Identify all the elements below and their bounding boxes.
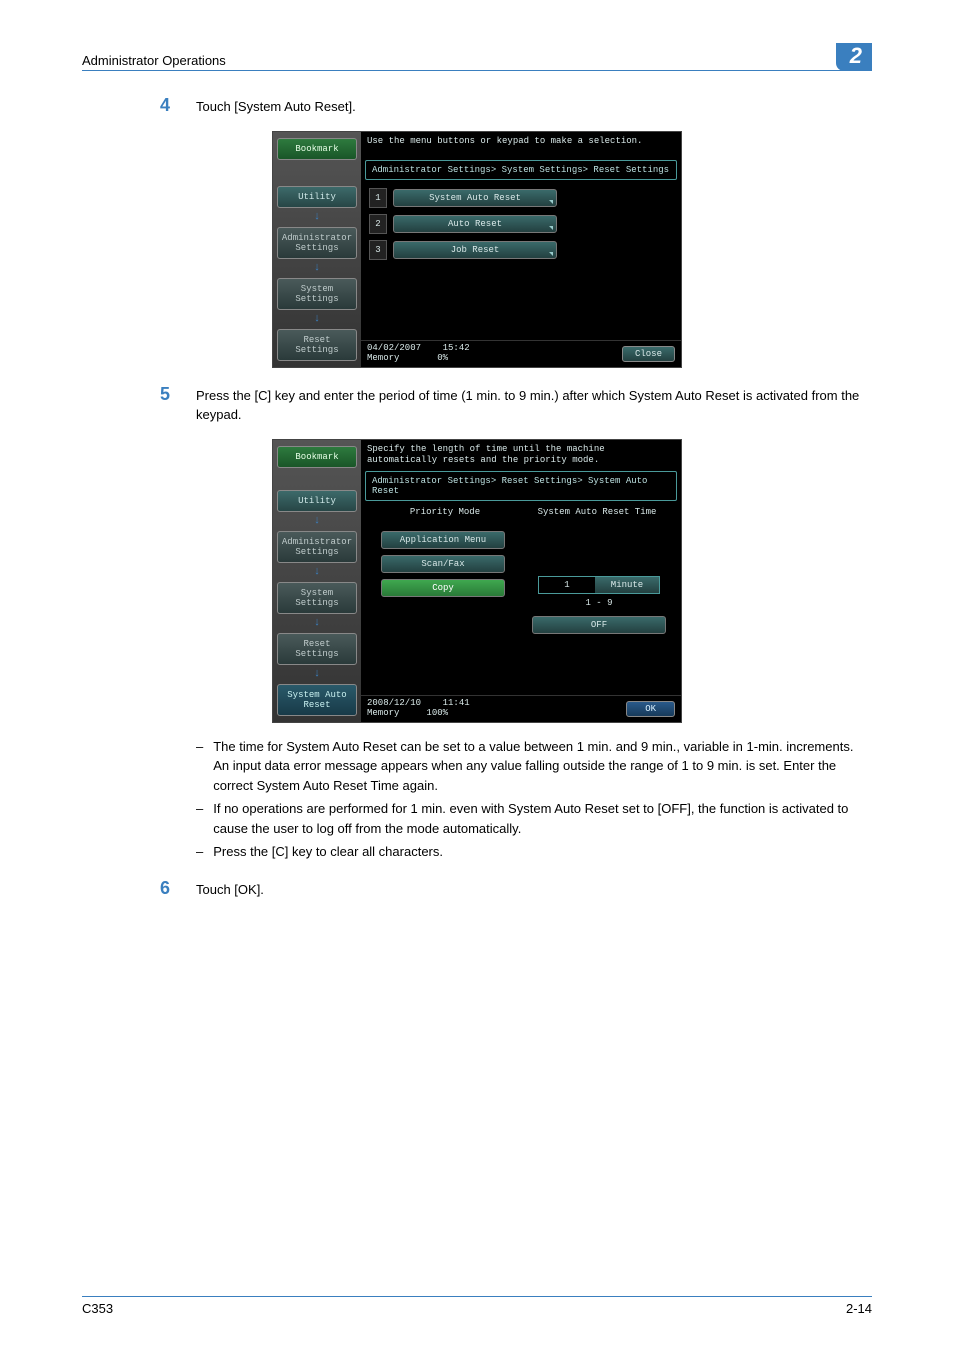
screen-time: 15:42 <box>443 343 470 353</box>
memory-label: Memory <box>367 353 399 363</box>
close-button[interactable]: Close <box>622 346 675 362</box>
step-5-number: 5 <box>160 384 196 406</box>
screenshot-reset-settings: Bookmark Utility ↓ Administrator Setting… <box>272 131 682 368</box>
step-4-text: Touch [System Auto Reset]. <box>196 95 872 117</box>
minute-value: 1 <box>539 577 595 593</box>
minute-unit: Minute <box>595 577 659 593</box>
scan-fax-button[interactable]: Scan/Fax <box>381 555 505 573</box>
down-arrow-icon: ↓ <box>314 567 321 578</box>
down-arrow-icon: ↓ <box>314 314 321 325</box>
step-6-number: 6 <box>160 878 196 900</box>
job-reset-button[interactable]: Job Reset <box>393 241 557 259</box>
screen-time: 11:41 <box>443 698 470 708</box>
system-settings-button[interactable]: System Settings <box>277 582 357 614</box>
off-button[interactable]: OFF <box>532 616 666 634</box>
menu-number-3: 3 <box>369 240 387 260</box>
down-arrow-icon: ↓ <box>314 516 321 527</box>
application-menu-button[interactable]: Application Menu <box>381 531 505 549</box>
memory-label: Memory <box>367 708 399 718</box>
section-title: Administrator Operations <box>82 53 226 68</box>
system-auto-reset-button[interactable]: System Auto Reset <box>393 189 557 207</box>
auto-reset-time-header: System Auto Reset Time <box>521 507 673 517</box>
system-settings-button[interactable]: System Settings <box>277 278 357 310</box>
step-6-text: Touch [OK]. <box>196 878 872 900</box>
page-number: 2-14 <box>846 1301 872 1316</box>
admin-settings-button[interactable]: Administrator Settings <box>277 531 357 563</box>
auto-reset-button[interactable]: Auto Reset <box>393 215 557 233</box>
menu-number-2: 2 <box>369 214 387 234</box>
memory-value: 0% <box>437 353 448 363</box>
screen-date: 2008/12/10 <box>367 698 421 708</box>
copy-button[interactable]: Copy <box>381 579 505 597</box>
system-auto-reset-crumb[interactable]: System Auto Reset <box>277 684 357 716</box>
bullet-dash: – <box>196 799 203 838</box>
step-5-text: Press the [C] key and enter the period o… <box>196 384 872 425</box>
utility-button[interactable]: Utility <box>277 186 357 208</box>
breadcrumb: Administrator Settings> System Settings>… <box>365 160 677 180</box>
screen-prompt: Specify the length of time until the mac… <box>361 440 681 469</box>
breadcrumb: Administrator Settings> Reset Settings> … <box>365 471 677 501</box>
bullet-dash: – <box>196 842 203 862</box>
note-2: If no operations are performed for 1 min… <box>213 799 872 838</box>
down-arrow-icon: ↓ <box>314 618 321 629</box>
screen-date: 04/02/2007 <box>367 343 421 353</box>
bookmark-button[interactable]: Bookmark <box>277 446 357 468</box>
bullet-dash: – <box>196 737 203 796</box>
step-4-number: 4 <box>160 95 196 117</box>
screen-prompt: Use the menu buttons or keypad to make a… <box>361 132 681 158</box>
menu-number-1: 1 <box>369 188 387 208</box>
admin-settings-button[interactable]: Administrator Settings <box>277 227 357 259</box>
bookmark-button[interactable]: Bookmark <box>277 138 357 160</box>
minute-range: 1 - 9 <box>585 598 612 608</box>
down-arrow-icon: ↓ <box>314 212 321 223</box>
screenshot-system-auto-reset: Bookmark Utility ↓ Administrator Setting… <box>272 439 682 723</box>
memory-value: 100% <box>426 708 448 718</box>
down-arrow-icon: ↓ <box>314 669 321 680</box>
note-3: Press the [C] key to clear all character… <box>213 842 443 862</box>
reset-settings-button[interactable]: Reset Settings <box>277 633 357 665</box>
chapter-number: 2 <box>836 43 872 71</box>
down-arrow-icon: ↓ <box>314 263 321 274</box>
priority-mode-header: Priority Mode <box>369 507 521 517</box>
model-code: C353 <box>82 1301 113 1316</box>
note-1: The time for System Auto Reset can be se… <box>213 737 872 796</box>
ok-button[interactable]: OK <box>626 701 675 717</box>
utility-button[interactable]: Utility <box>277 490 357 512</box>
reset-settings-button[interactable]: Reset Settings <box>277 329 357 361</box>
